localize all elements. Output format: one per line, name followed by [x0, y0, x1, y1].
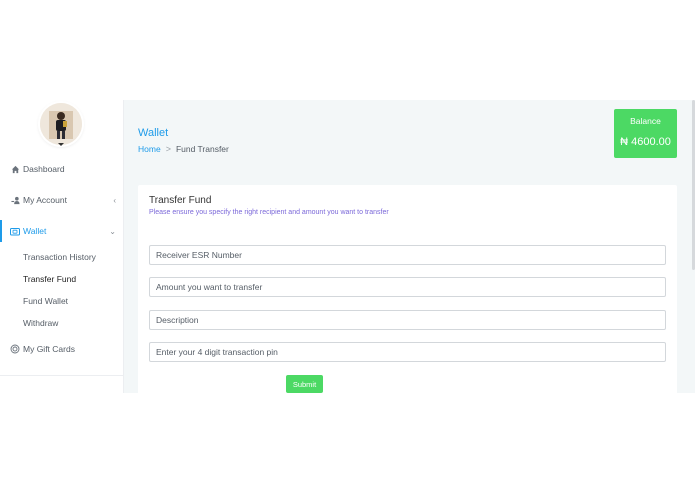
- main-content: Wallet Home > Fund Transfer Balance ₦ 46…: [124, 100, 695, 393]
- app-window: Dashboard My Account ‹ Wallet ⌄ Transact…: [0, 100, 695, 393]
- chevron-left-icon: ‹: [113, 195, 116, 205]
- sidebar-item-label: Dashboard: [23, 164, 65, 174]
- balance-card: Balance ₦ 4600.00: [614, 109, 677, 158]
- submenu-fund-wallet[interactable]: Fund Wallet: [23, 296, 68, 306]
- breadcrumb-separator-icon: >: [165, 144, 171, 154]
- transfer-fund-card: Transfer Fund Please ensure you specify …: [138, 185, 677, 393]
- submenu-withdraw[interactable]: Withdraw: [23, 318, 58, 328]
- home-icon: [10, 164, 20, 174]
- avatar[interactable]: [40, 103, 82, 145]
- submit-button[interactable]: Submit: [286, 375, 323, 393]
- sidebar-item-label: My Gift Cards: [23, 344, 75, 354]
- sidebar-item-my-account[interactable]: My Account ‹: [0, 189, 124, 211]
- submenu-transaction-history[interactable]: Transaction History: [23, 252, 96, 262]
- sidebar-divider: [0, 375, 124, 376]
- balance-label: Balance: [630, 116, 661, 126]
- wallet-icon: [10, 226, 20, 236]
- transaction-pin-input[interactable]: [149, 342, 666, 362]
- amount-input[interactable]: [149, 277, 666, 297]
- gift-card-icon: [10, 344, 20, 354]
- sidebar-item-dashboard[interactable]: Dashboard: [0, 158, 124, 180]
- sidebar-item-wallet[interactable]: Wallet ⌄: [0, 220, 124, 242]
- form-subtitle: Please ensure you specify the right reci…: [149, 209, 389, 216]
- chevron-down-icon: ⌄: [109, 226, 116, 236]
- page-title: Wallet: [138, 127, 169, 139]
- sidebar: Dashboard My Account ‹ Wallet ⌄ Transact…: [0, 100, 124, 393]
- avatar-dropdown-caret-icon[interactable]: [58, 143, 64, 146]
- user-key-icon: [10, 195, 20, 205]
- sidebar-item-my-gift-cards[interactable]: My Gift Cards: [0, 338, 124, 360]
- sidebar-item-label: Wallet: [23, 226, 47, 236]
- user-avatar-photo-icon: [40, 103, 82, 145]
- description-input[interactable]: [149, 310, 666, 330]
- breadcrumb-home-link[interactable]: Home: [138, 144, 161, 154]
- form-title: Transfer Fund: [149, 195, 212, 206]
- breadcrumb: Home > Fund Transfer: [138, 144, 229, 154]
- sidebar-item-label: My Account: [23, 195, 67, 205]
- breadcrumb-current: Fund Transfer: [175, 144, 229, 154]
- receiver-esr-number-input[interactable]: [149, 245, 666, 265]
- submenu-transfer-fund[interactable]: Transfer Fund: [23, 274, 76, 284]
- balance-amount: ₦ 4600.00: [620, 136, 671, 148]
